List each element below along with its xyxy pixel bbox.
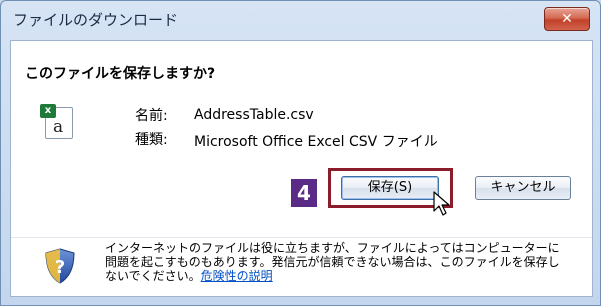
save-question: このファイルを保存しますか? bbox=[25, 66, 216, 82]
download-dialog-window: ファイルのダウンロード ✕ このファイルを保存しますか? x a 名前: Add… bbox=[0, 0, 601, 306]
risk-explanation-link[interactable]: 危険性の説明 bbox=[201, 269, 273, 283]
cancel-button[interactable]: キャンセル bbox=[475, 176, 571, 200]
window-title: ファイルのダウンロード bbox=[13, 11, 179, 29]
svg-text:?: ? bbox=[55, 257, 65, 278]
warning-text: インターネットのファイルは役に立ちますが、ファイルによってはコンピューターに問題… bbox=[105, 241, 560, 283]
close-icon: ✕ bbox=[561, 11, 573, 27]
save-button[interactable]: 保存(S) bbox=[341, 176, 439, 200]
file-name-label: 名前: bbox=[135, 108, 168, 124]
file-type-label: 種類: bbox=[135, 132, 168, 148]
close-button[interactable]: ✕ bbox=[544, 7, 590, 31]
dialog-content: このファイルを保存しますか? x a 名前: AddressTable.csv … bbox=[10, 40, 593, 297]
security-warning: インターネットのファイルは役に立ちますが、ファイルによってはコンピューターに問題… bbox=[105, 241, 570, 283]
step-number-badge: 4 bbox=[291, 179, 317, 207]
divider bbox=[11, 237, 592, 238]
excel-csv-file-icon: x a bbox=[40, 104, 73, 139]
mouse-pointer-icon bbox=[433, 191, 450, 216]
file-type-value: Microsoft Office Excel CSV ファイル bbox=[194, 134, 438, 150]
title-bar: ファイルのダウンロード ✕ bbox=[1, 1, 600, 37]
security-shield-icon: ? bbox=[45, 248, 75, 284]
file-name-value: AddressTable.csv bbox=[194, 107, 314, 123]
